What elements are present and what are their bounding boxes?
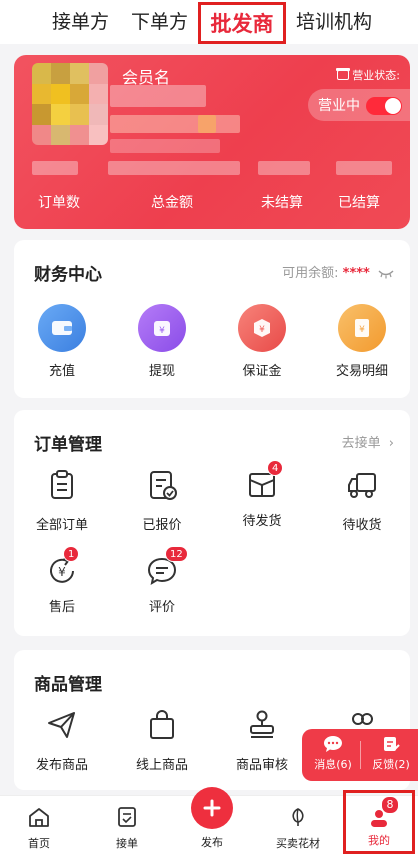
- to-receive-item[interactable]: 待收货: [316, 468, 408, 533]
- me-badge: 8: [381, 796, 399, 814]
- finance-card: 财务中心 可用余额: **** 充值 ¥ 提现 ¥ 保证金 ¥ 交易明细: [14, 240, 410, 398]
- all-orders-label: 全部订单: [35, 518, 88, 533]
- review-badge: 12: [165, 546, 188, 562]
- publish-product-item[interactable]: 发布商品: [16, 708, 108, 773]
- order-list-icon: [118, 807, 136, 827]
- go-take-orders-link[interactable]: 去接单 ›: [342, 432, 394, 451]
- business-status-label: 营业状态:: [336, 67, 400, 83]
- messages-button[interactable]: 消息(6): [308, 735, 358, 772]
- to-ship-item[interactable]: 4 待发货: [216, 460, 308, 529]
- plus-icon: [203, 799, 221, 817]
- bubble-divider: [360, 741, 361, 769]
- member-info-blurred: [110, 139, 220, 153]
- flower-icon: [292, 808, 304, 826]
- bottom-nav: 首页 接单 发布 买卖花材 8 我的: [0, 787, 418, 867]
- after-sale-item[interactable]: ¥ 1 售后: [16, 546, 108, 615]
- tab-wholesaler[interactable]: 批发商: [198, 2, 286, 44]
- balance-value: ****: [342, 266, 370, 281]
- wallet-icon: [38, 304, 86, 352]
- review-item[interactable]: 12 评价: [116, 546, 208, 615]
- nav-flower-market[interactable]: 买卖花材: [263, 806, 333, 851]
- stat-value-settled: [336, 161, 392, 175]
- products-title: 商品管理: [34, 675, 102, 695]
- svg-text:¥: ¥: [159, 326, 165, 336]
- feedback-label: 反馈(2): [372, 758, 410, 771]
- member-info-blurred: [198, 115, 216, 133]
- transactions-label: 交易明细: [335, 364, 388, 379]
- product-review-label: 商品审核: [235, 758, 288, 773]
- online-products-item[interactable]: 线上商品: [116, 708, 208, 773]
- publish-product-label: 发布商品: [35, 758, 88, 773]
- publish-button[interactable]: [191, 787, 233, 829]
- nav-me[interactable]: 8 我的: [344, 796, 414, 848]
- clipboard-icon: [51, 470, 73, 499]
- chat-bubble-icon: [324, 736, 342, 752]
- avatar[interactable]: [32, 63, 108, 145]
- nav-take-orders[interactable]: 接单: [92, 806, 162, 851]
- member-card: 会员名 营业状态: 营业中 订单数 总金额 未结算 已结算: [14, 55, 410, 229]
- to-ship-badge: 4: [267, 460, 284, 476]
- eye-hidden-icon[interactable]: [378, 269, 394, 279]
- shop-icon: [336, 68, 351, 80]
- deposit-icon: ¥: [238, 304, 286, 352]
- all-orders-item[interactable]: 全部订单: [16, 468, 108, 533]
- edit-note-icon: [384, 737, 400, 751]
- stat-label-unsettled[interactable]: 未结算: [261, 192, 303, 212]
- feedback-button[interactable]: 反馈(2): [366, 735, 416, 772]
- stat-value-unsettled: [258, 161, 310, 175]
- svg-text:¥: ¥: [58, 565, 66, 579]
- deposit-label: 保证金: [242, 364, 282, 379]
- balance-label: 可用余额:: [282, 266, 339, 281]
- withdraw-item[interactable]: ¥ 提现: [116, 304, 208, 379]
- quoted-icon: [150, 471, 177, 500]
- orders-card: 订单管理 去接单 › 全部订单 已报价 4 待发货 待收货 ¥ 1 售后 12 …: [14, 410, 410, 636]
- to-ship-label: 待发货: [242, 514, 282, 529]
- quoted-label: 已报价: [142, 518, 182, 533]
- truck-icon: [348, 473, 376, 498]
- online-products-label: 线上商品: [135, 758, 188, 773]
- orders-title: 订单管理: [34, 435, 102, 455]
- bag-icon: [150, 710, 174, 739]
- nav-home[interactable]: 首页: [4, 806, 74, 851]
- ledger-icon: ¥: [338, 304, 386, 352]
- tab-orderer[interactable]: 下单方: [131, 6, 188, 38]
- paper-plane-icon: [48, 712, 75, 738]
- business-status-value: 营业中: [318, 98, 360, 114]
- review-label: 评价: [148, 600, 175, 615]
- recharge-label: 充值: [48, 364, 75, 379]
- stat-label-settled[interactable]: 已结算: [338, 192, 380, 212]
- to-receive-label: 待收货: [342, 518, 382, 533]
- stat-label-orders[interactable]: 订单数: [38, 192, 80, 212]
- after-sale-label: 售后: [48, 600, 75, 615]
- balance-row: 可用余额: ****: [282, 262, 394, 281]
- withdraw-label: 提现: [148, 364, 175, 379]
- tab-taker[interactable]: 接单方: [52, 6, 109, 38]
- withdraw-icon: ¥: [138, 304, 186, 352]
- svg-text:¥: ¥: [259, 325, 265, 335]
- deposit-item[interactable]: ¥ 保证金: [216, 304, 308, 379]
- member-info-blurred: [110, 115, 240, 133]
- top-tab-bar: 接单方 下单方 批发商 培训机构: [0, 0, 418, 44]
- member-info-blurred: [110, 85, 206, 107]
- nav-publish-label[interactable]: 发布: [177, 834, 247, 850]
- message-feedback-bubble: 消息(6) 反馈(2): [302, 729, 418, 781]
- finance-title: 财务中心: [34, 265, 102, 285]
- status-switch[interactable]: [366, 97, 402, 115]
- quoted-item[interactable]: 已报价: [116, 468, 208, 533]
- transactions-item[interactable]: ¥ 交易明细: [316, 304, 408, 379]
- stat-value-orders: [32, 161, 78, 175]
- messages-label: 消息(6): [314, 758, 352, 771]
- business-status-toggle[interactable]: 营业中: [308, 89, 410, 121]
- product-review-item[interactable]: 商品审核: [216, 708, 308, 773]
- chevron-right-icon: ›: [388, 436, 394, 451]
- stamp-icon: [250, 710, 274, 738]
- home-icon: [29, 808, 49, 827]
- svg-text:¥: ¥: [359, 325, 365, 335]
- tab-training[interactable]: 培训机构: [296, 6, 372, 38]
- recharge-item[interactable]: 充值: [16, 304, 108, 379]
- stat-label-total[interactable]: 总金额: [151, 192, 193, 212]
- stat-value-total: [108, 161, 240, 175]
